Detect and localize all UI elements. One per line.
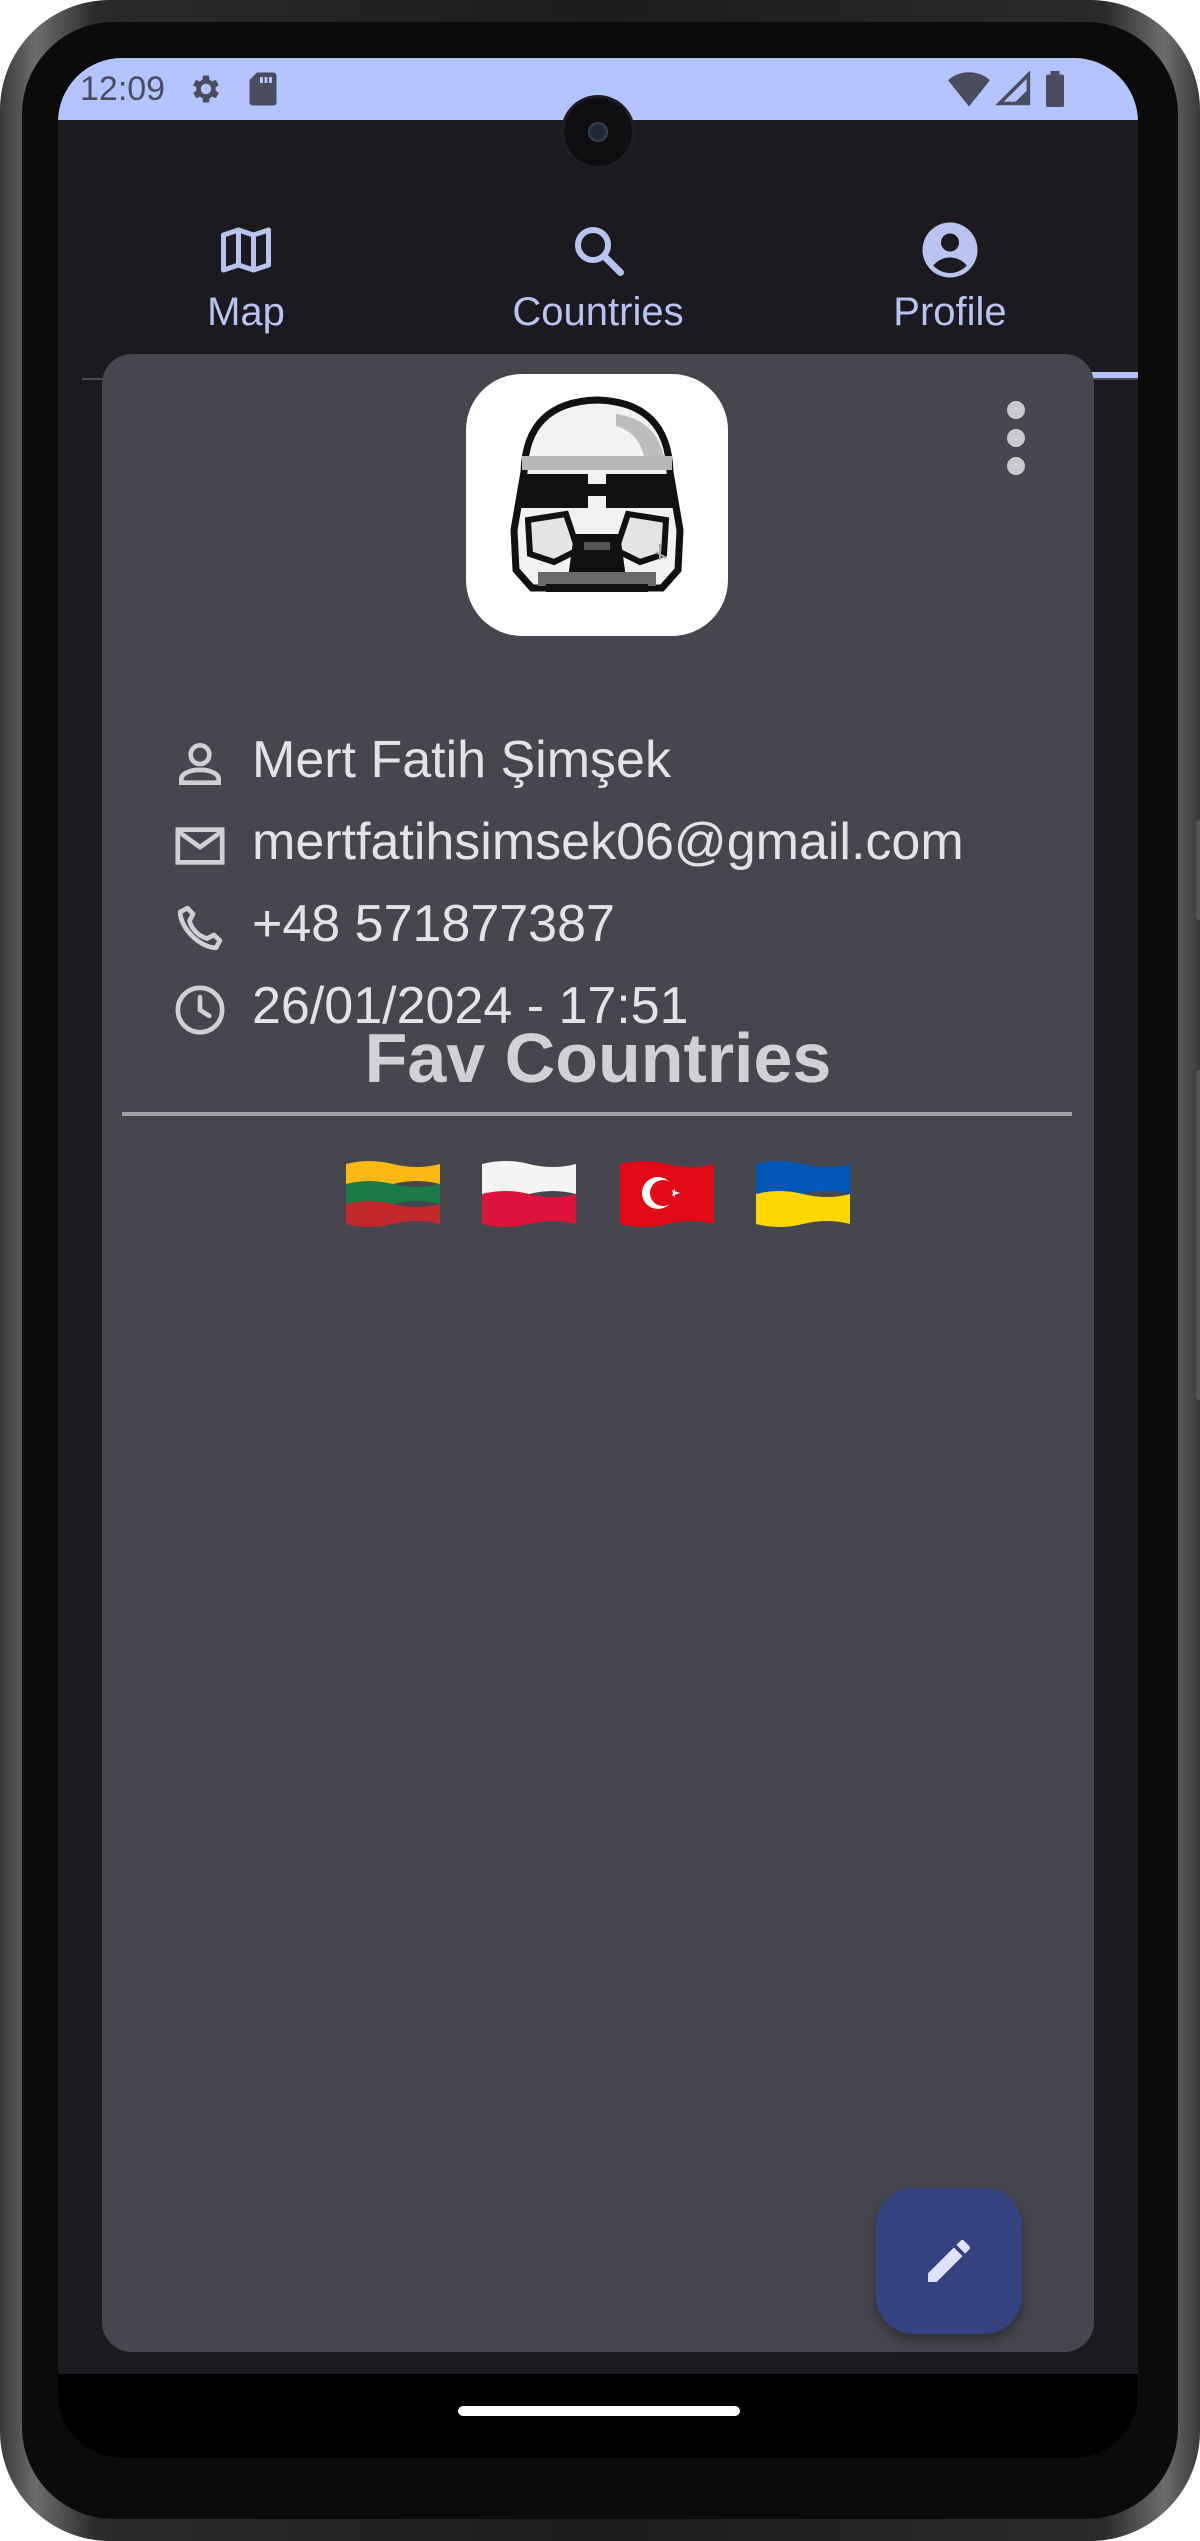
profile-phone: +48 571877387 — [252, 895, 615, 953]
mail-icon — [172, 818, 228, 874]
profile-name-row: Mert Fatih Şimşek — [172, 722, 1072, 802]
profile-card: Mert Fatih Şimşek mertfatihsimsek06@gmai… — [102, 354, 1094, 2352]
tab-profile[interactable]: Profile — [774, 120, 1126, 380]
volume-button — [1196, 820, 1200, 920]
screen: 12:09 Map Countries Profile Mert Fatih Ş… — [58, 58, 1138, 2458]
tab-map[interactable]: Map — [70, 120, 422, 380]
tab-label: Countries — [512, 290, 684, 334]
more-vert-icon — [1007, 401, 1025, 475]
phone-frame: 12:09 Map Countries Profile Mert Fatih Ş… — [0, 0, 1200, 2541]
profile-name: Mert Fatih Şimşek — [252, 731, 671, 789]
home-gesture-pill[interactable] — [458, 2406, 740, 2416]
fav-countries-title: Fav Countries — [364, 1019, 832, 1097]
wifi-icon — [948, 71, 990, 112]
lithuania-flag[interactable] — [344, 1158, 442, 1228]
settings-icon — [188, 71, 224, 112]
signal-icon — [995, 70, 1032, 112]
sd-card-icon — [248, 71, 278, 112]
map-icon — [216, 220, 276, 280]
fav-flags-row — [102, 1158, 1094, 1238]
fav-divider — [122, 1112, 1072, 1116]
stormtrooper-avatar-image — [510, 396, 684, 592]
account-circle-icon — [920, 220, 980, 280]
edit-pencil-icon — [928, 2240, 970, 2282]
battery-icon — [1044, 71, 1066, 112]
phone-icon — [172, 900, 228, 956]
side-button — [1196, 1070, 1200, 1400]
profile-email-row: mertfatihsimsek06@gmail.com — [172, 804, 1072, 884]
ukraine-flag[interactable] — [754, 1158, 852, 1228]
search-icon — [568, 220, 628, 280]
system-navigation-bar — [58, 2374, 1138, 2458]
more-options-button[interactable] — [996, 398, 1036, 478]
profile-phone-row: +48 571877387 — [172, 886, 1072, 966]
tab-countries[interactable]: Countries — [422, 120, 774, 380]
person-icon — [172, 736, 228, 792]
profile-email: mertfatihsimsek06@gmail.com — [252, 813, 964, 871]
edit-profile-button[interactable] — [876, 2188, 1022, 2334]
turkey-flag[interactable] — [618, 1158, 716, 1228]
avatar[interactable] — [466, 374, 728, 636]
top-tab-bar: Map Countries Profile — [70, 120, 1138, 380]
tab-label: Profile — [893, 290, 1007, 334]
poland-flag[interactable] — [480, 1158, 578, 1228]
tab-label: Map — [207, 290, 285, 334]
status-time: 12:09 — [80, 70, 166, 108]
